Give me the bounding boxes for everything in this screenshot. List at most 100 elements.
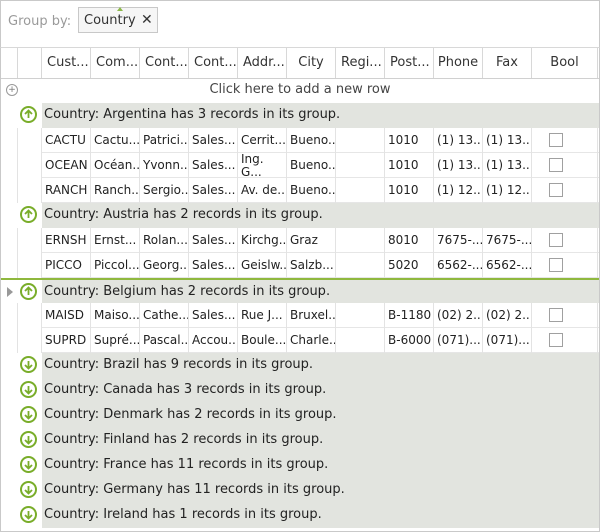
bool-checkbox[interactable]: [549, 258, 563, 272]
table-cell[interactable]: Geislw...: [238, 253, 287, 278]
table-cell[interactable]: Pascal...: [140, 328, 189, 353]
table-cell[interactable]: (02) 2...: [434, 303, 483, 328]
bool-checkbox[interactable]: [549, 133, 563, 147]
table-cell[interactable]: Sales...: [189, 253, 238, 278]
table-cell[interactable]: Kirchg...: [238, 228, 287, 253]
table-cell[interactable]: B-6000: [385, 328, 434, 353]
group-row[interactable]: Country: Belgium has 2 records in its gr…: [1, 278, 599, 305]
column-header-3[interactable]: Cont...: [189, 48, 238, 78]
table-cell[interactable]: Maiso...: [91, 303, 140, 328]
table-cell[interactable]: Sergio...: [140, 178, 189, 203]
table-cell[interactable]: [336, 228, 385, 253]
table-cell[interactable]: Graz: [287, 228, 336, 253]
table-cell[interactable]: Rue J...: [238, 303, 287, 328]
table-cell[interactable]: (1) 13...: [483, 128, 532, 153]
column-header-6[interactable]: Regi...: [336, 48, 385, 78]
column-header-1[interactable]: Com...: [91, 48, 140, 78]
table-row[interactable]: SUPRD Supré... Pascal... Accou... Boule... Ch…: [1, 328, 599, 353]
table-row[interactable]: OCEANOcéan...Yvonn...Sales...Ing. G... P…: [1, 153, 599, 178]
table-cell[interactable]: (02) 2...: [483, 303, 532, 328]
table-cell[interactable]: 1010: [385, 178, 434, 203]
column-header-9[interactable]: Fax: [483, 48, 532, 78]
table-cell[interactable]: (1) 13...: [434, 153, 483, 178]
table-cell[interactable]: [336, 328, 385, 353]
bool-checkbox[interactable]: [549, 233, 563, 247]
group-row[interactable]: Country: France has 11 records in its gr…: [1, 453, 599, 478]
table-cell[interactable]: B-1180: [385, 303, 434, 328]
table-cell[interactable]: (071)...: [483, 328, 532, 353]
add-new-row[interactable]: + Click here to add a new row: [1, 79, 599, 104]
expand-group-icon[interactable]: [20, 456, 37, 473]
bool-checkbox[interactable]: [549, 183, 563, 197]
group-row[interactable]: Country: Ireland has 1 records in its gr…: [1, 503, 599, 528]
table-cell[interactable]: Cerrit...: [238, 128, 287, 153]
table-cell[interactable]: Supré...: [91, 328, 140, 353]
table-cell[interactable]: Rolan...: [140, 228, 189, 253]
group-row[interactable]: Country: Argentina has 3 records in its …: [1, 103, 599, 128]
table-cell[interactable]: Accou...: [189, 328, 238, 353]
table-row[interactable]: MAISD Maiso... Cathe... Sales... Rue J... Bru…: [1, 303, 599, 328]
table-cell[interactable]: 7675-...: [483, 228, 532, 253]
table-cell[interactable]: RANCH: [42, 178, 91, 203]
expand-group-icon[interactable]: [20, 406, 37, 423]
table-cell[interactable]: Ing. G... Piso 2...: [238, 153, 287, 178]
table-cell[interactable]: (1) 13...: [434, 128, 483, 153]
table-cell[interactable]: OCEAN: [42, 153, 91, 178]
table-cell[interactable]: Ernst...: [91, 228, 140, 253]
table-cell[interactable]: Sales...: [189, 228, 238, 253]
bool-checkbox[interactable]: [549, 333, 563, 347]
column-header-8[interactable]: Phone: [434, 48, 483, 78]
table-cell[interactable]: Piccol...: [91, 253, 140, 278]
table-cell[interactable]: [336, 178, 385, 203]
table-cell[interactable]: CACTU: [42, 128, 91, 153]
bool-checkbox[interactable]: [549, 158, 563, 172]
table-cell[interactable]: Georg...: [140, 253, 189, 278]
expand-group-icon[interactable]: [20, 356, 37, 373]
table-cell[interactable]: Bueno...: [287, 153, 336, 178]
collapse-group-icon[interactable]: [20, 106, 37, 123]
table-row[interactable]: RANCH Ranch... Sergio... Sales... Av. de... B…: [1, 178, 599, 203]
table-cell[interactable]: Cathe...: [140, 303, 189, 328]
column-header-4[interactable]: Addr...: [238, 48, 287, 78]
expand-group-icon[interactable]: [20, 381, 37, 398]
group-row[interactable]: Country: Canada has 3 records in its gro…: [1, 378, 599, 403]
column-header-2[interactable]: Cont...: [140, 48, 189, 78]
table-cell[interactable]: [336, 253, 385, 278]
table-cell[interactable]: Salzb...: [287, 253, 336, 278]
table-cell[interactable]: Ranch...: [91, 178, 140, 203]
table-cell[interactable]: Cactu...: [91, 128, 140, 153]
column-header-0[interactable]: Cust...: [42, 48, 91, 78]
group-row[interactable]: Country: Brazil has 9 records in its gro…: [1, 353, 599, 378]
table-cell[interactable]: (1) 12...: [483, 178, 532, 203]
expand-group-icon[interactable]: [20, 506, 37, 523]
expand-group-icon[interactable]: [20, 481, 37, 498]
table-cell[interactable]: [336, 153, 385, 178]
group-row[interactable]: Country: Germany has 11 records in its g…: [1, 478, 599, 503]
table-cell[interactable]: MAISD: [42, 303, 91, 328]
table-cell[interactable]: Patrici...: [140, 128, 189, 153]
table-cell[interactable]: Sales...: [189, 128, 238, 153]
table-cell[interactable]: 6562-...: [434, 253, 483, 278]
bool-checkbox[interactable]: [549, 308, 563, 322]
close-icon[interactable]: ✕: [141, 12, 153, 28]
expand-group-icon[interactable]: [20, 431, 37, 448]
column-header-5[interactable]: City: [287, 48, 336, 78]
table-cell[interactable]: Charle...: [287, 328, 336, 353]
group-chip-country[interactable]: Country ✕: [78, 7, 158, 33]
table-cell[interactable]: Bueno...: [287, 178, 336, 203]
column-header-7[interactable]: Post...: [385, 48, 434, 78]
table-cell[interactable]: ERNSH: [42, 228, 91, 253]
table-cell[interactable]: PICCO: [42, 253, 91, 278]
collapse-group-icon[interactable]: [20, 283, 37, 300]
table-cell[interactable]: SUPRD: [42, 328, 91, 353]
table-cell[interactable]: Boule...: [238, 328, 287, 353]
table-cell[interactable]: (071)...: [434, 328, 483, 353]
group-row[interactable]: Country: Finland has 2 records in its gr…: [1, 428, 599, 453]
table-cell[interactable]: 1010: [385, 153, 434, 178]
table-cell[interactable]: 5020: [385, 253, 434, 278]
table-cell[interactable]: 6562-...: [483, 253, 532, 278]
table-cell[interactable]: Sales...: [189, 178, 238, 203]
table-cell[interactable]: Bruxel...: [287, 303, 336, 328]
table-cell[interactable]: (1) 12...: [434, 178, 483, 203]
table-cell[interactable]: 7675-...: [434, 228, 483, 253]
